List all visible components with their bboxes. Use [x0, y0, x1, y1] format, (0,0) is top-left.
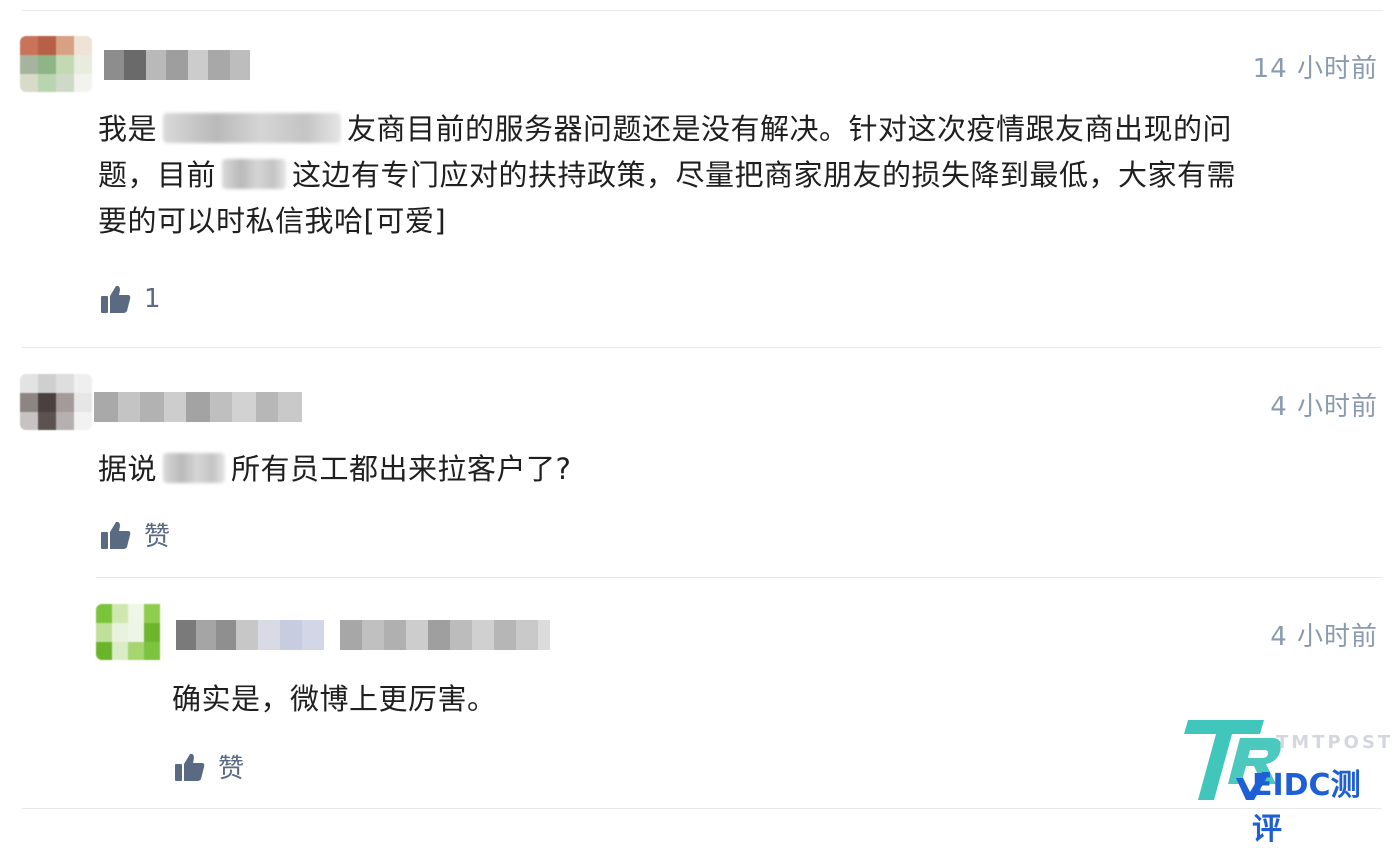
comment-text-part: 题，目前 — [98, 158, 217, 192]
comment-text-part: 友商目前的服务器问题还是没有解决。针对这次疫情跟友商出现的问 — [347, 112, 1233, 146]
thumbs-up-icon — [175, 753, 205, 781]
redacted-block — [163, 113, 342, 143]
watermark: TMTPOST EIDC测评 — [1180, 716, 1394, 847]
comment-text-part: 我是 — [98, 112, 158, 146]
divider-top — [22, 10, 1382, 11]
divider-bottom — [22, 808, 1382, 809]
like-button[interactable]: 1 — [100, 284, 161, 314]
comment-text-part: 所有员工都出来拉客户了? — [231, 452, 572, 486]
reply-target-redacted[interactable] — [340, 620, 550, 650]
comment-text: 确实是，微博上更厉害。 — [172, 682, 497, 716]
like-button[interactable]: 赞 — [100, 516, 170, 553]
timestamp: 4 小时前 — [1270, 622, 1378, 652]
username-redacted[interactable] — [104, 50, 250, 80]
thumbs-up-icon — [101, 521, 131, 549]
avatar[interactable] — [20, 374, 92, 430]
divider — [96, 577, 1382, 578]
redacted-block — [163, 453, 226, 483]
watermark-small-text: TMTPOST — [1276, 732, 1394, 753]
watermark-brand-text: EIDC测评 — [1252, 768, 1361, 847]
like-count: 1 — [144, 284, 161, 314]
comment-text: 据说 所有员工都出来拉客户了? — [98, 446, 1298, 492]
avatar[interactable] — [96, 604, 168, 660]
divider — [22, 347, 1382, 348]
username-redacted[interactable] — [176, 620, 324, 650]
like-button[interactable]: 赞 — [174, 748, 244, 785]
avatar[interactable] — [20, 36, 92, 92]
username-redacted[interactable] — [94, 392, 302, 422]
comment-list: 14 小时前 我是 友商目前的服务器问题还是没有解决。针对这次疫情跟友商出现的问 … — [0, 0, 1400, 847]
like-label: 赞 — [218, 754, 245, 784]
comment-text: 我是 友商目前的服务器问题还是没有解决。针对这次疫情跟友商出现的问 题，目前 这边有… — [98, 106, 1378, 244]
timestamp: 14 小时前 — [1252, 54, 1378, 84]
comment-text-part: 要的可以时私信我哈[可爱] — [98, 204, 447, 238]
comment-text-part: 这边有专门应对的扶持政策，尽量把商家朋友的损失降到最低，大家有需 — [292, 158, 1237, 192]
like-label: 赞 — [144, 522, 171, 552]
comment-text-part: 据说 — [98, 452, 158, 486]
thumbs-up-icon — [101, 285, 131, 313]
timestamp: 4 小时前 — [1270, 392, 1378, 422]
redacted-block — [222, 159, 287, 189]
